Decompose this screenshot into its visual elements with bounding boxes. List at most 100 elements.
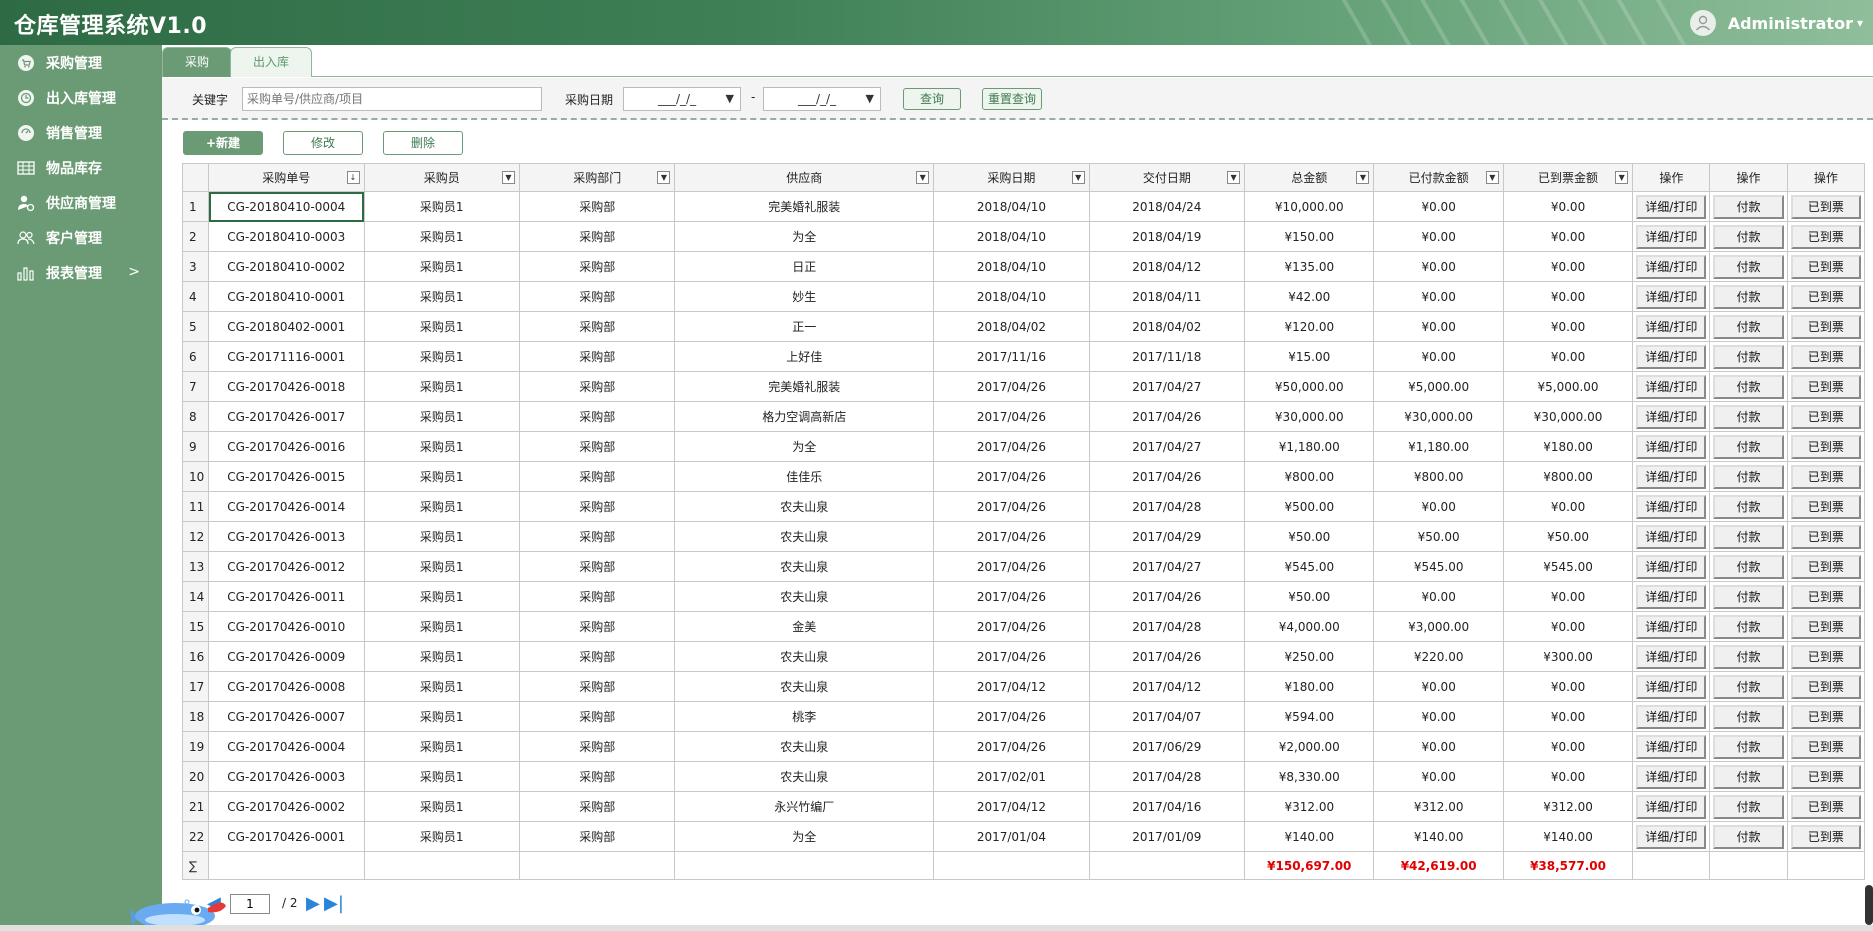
total-cell[interactable]: ¥8,330.00 xyxy=(1244,761,1375,792)
invoice-received-button[interactable]: 已到票 xyxy=(1790,284,1861,309)
buyer-cell[interactable]: 采购员1 xyxy=(363,671,520,702)
paid-cell[interactable]: ¥3,000.00 xyxy=(1373,611,1504,642)
total-cell[interactable]: ¥545.00 xyxy=(1244,551,1375,582)
purchase-date-cell[interactable]: 2018/04/10 xyxy=(933,221,1090,252)
order-no-cell[interactable]: CG-20170426-0014 xyxy=(208,491,365,522)
department-cell[interactable]: 采购部 xyxy=(518,611,676,642)
paid-cell[interactable]: ¥0.00 xyxy=(1373,281,1504,312)
delivery-date-cell[interactable]: 2017/06/29 xyxy=(1088,731,1246,762)
detail-print-button[interactable]: 详细/打印 xyxy=(1636,794,1707,819)
table-row[interactable]: 9 CG-20170426-0016 采购员1 采购部 为全 2017/04/26 2017… xyxy=(181,431,1866,462)
pay-button[interactable]: 付款 xyxy=(1713,584,1784,609)
detail-print-button[interactable]: 详细/打印 xyxy=(1636,644,1707,669)
delivery-date-cell[interactable]: 2017/04/26 xyxy=(1088,581,1246,612)
sidebar-item-inout[interactable]: 出入库管理 xyxy=(0,80,162,115)
invoice-received-button[interactable]: 已到票 xyxy=(1790,734,1861,759)
supplier-cell[interactable]: 农夫山泉 xyxy=(674,641,935,672)
delivery-date-cell[interactable]: 2017/04/27 xyxy=(1088,431,1246,462)
pay-button[interactable]: 付款 xyxy=(1713,374,1784,399)
detail-print-button[interactable]: 详细/打印 xyxy=(1636,824,1707,849)
detail-print-button[interactable]: 详细/打印 xyxy=(1636,224,1707,249)
column-header-department[interactable]: 采购部门 ▼ xyxy=(518,163,676,192)
total-cell[interactable]: ¥50.00 xyxy=(1244,581,1375,612)
total-cell[interactable]: ¥180.00 xyxy=(1244,671,1375,702)
purchase-date-cell[interactable]: 2017/04/26 xyxy=(933,641,1090,672)
pay-button[interactable]: 付款 xyxy=(1713,704,1784,729)
purchase-date-cell[interactable]: 2017/04/26 xyxy=(933,401,1090,432)
purchase-date-cell[interactable]: 2017/04/26 xyxy=(933,731,1090,762)
buyer-cell[interactable]: 采购员1 xyxy=(363,731,520,762)
keyword-input[interactable] xyxy=(242,87,542,111)
order-no-cell[interactable]: CG-20180402-0001 xyxy=(208,311,365,342)
user-menu[interactable]: Administrator ▾ xyxy=(1689,10,1863,36)
supplier-cell[interactable]: 为全 xyxy=(674,431,935,462)
total-cell[interactable]: ¥150.00 xyxy=(1244,221,1375,252)
department-cell[interactable]: 采购部 xyxy=(518,431,676,462)
order-no-cell[interactable]: CG-20170426-0013 xyxy=(208,521,365,552)
order-no-cell[interactable]: CG-20170426-0004 xyxy=(208,731,365,762)
buyer-cell[interactable]: 采购员1 xyxy=(363,311,520,342)
order-no-cell[interactable]: CG-20170426-0015 xyxy=(208,461,365,492)
pay-button[interactable]: 付款 xyxy=(1713,614,1784,639)
table-row[interactable]: 6 CG-20171116-0001 采购员1 采购部 上好佳 2017/11/16 201… xyxy=(181,341,1866,372)
invoice-received-button[interactable]: 已到票 xyxy=(1790,404,1861,429)
buyer-cell[interactable]: 采购员1 xyxy=(363,821,520,852)
order-no-cell[interactable]: CG-20170426-0003 xyxy=(208,761,365,792)
pay-button[interactable]: 付款 xyxy=(1713,674,1784,699)
invoice-received-button[interactable]: 已到票 xyxy=(1790,524,1861,549)
paid-cell[interactable]: ¥1,180.00 xyxy=(1373,431,1504,462)
filter-dropdown-icon[interactable]: ▼ xyxy=(916,171,930,184)
column-header-purchase-date[interactable]: 采购日期 ▼ xyxy=(933,163,1090,192)
department-cell[interactable]: 采购部 xyxy=(518,251,676,282)
filter-dropdown-icon[interactable]: ▼ xyxy=(1356,171,1370,184)
pay-button[interactable]: 付款 xyxy=(1713,224,1784,249)
filter-dropdown-icon[interactable]: ▼ xyxy=(1227,171,1241,184)
invoiced-cell[interactable]: ¥0.00 xyxy=(1502,341,1634,372)
detail-print-button[interactable]: 详细/打印 xyxy=(1636,584,1707,609)
total-cell[interactable]: ¥50.00 xyxy=(1244,521,1375,552)
invoice-received-button[interactable]: 已到票 xyxy=(1790,464,1861,489)
supplier-cell[interactable]: 正一 xyxy=(674,311,935,342)
table-row[interactable]: 5 CG-20180402-0001 采购员1 采购部 正一 2018/04/02 2018… xyxy=(181,311,1866,342)
next-page-icon[interactable]: ▶ xyxy=(306,893,320,914)
filter-dropdown-icon[interactable]: ▼ xyxy=(1071,171,1085,184)
paid-cell[interactable]: ¥0.00 xyxy=(1373,731,1504,762)
total-cell[interactable]: ¥120.00 xyxy=(1244,311,1375,342)
department-cell[interactable]: 采购部 xyxy=(518,371,676,402)
table-row[interactable]: 17 CG-20170426-0008 采购员1 采购部 农夫山泉 2017/04/12 2… xyxy=(181,671,1866,702)
invoiced-cell[interactable]: ¥312.00 xyxy=(1502,791,1634,822)
delivery-date-cell[interactable]: 2018/04/19 xyxy=(1088,221,1246,252)
invoice-received-button[interactable]: 已到票 xyxy=(1790,764,1861,789)
column-header-total[interactable]: 总金额 ▼ xyxy=(1244,163,1375,192)
detail-print-button[interactable]: 详细/打印 xyxy=(1636,344,1707,369)
paid-cell[interactable]: ¥545.00 xyxy=(1373,551,1504,582)
buyer-cell[interactable]: 采购员1 xyxy=(363,401,520,432)
horizontal-scrollbar-track[interactable] xyxy=(0,925,1873,931)
detail-print-button[interactable]: 详细/打印 xyxy=(1636,494,1707,519)
purchase-date-cell[interactable]: 2017/02/01 xyxy=(933,761,1090,792)
supplier-cell[interactable]: 农夫山泉 xyxy=(674,761,935,792)
invoice-received-button[interactable]: 已到票 xyxy=(1790,824,1861,849)
table-row[interactable]: 22 CG-20170426-0001 采购员1 采购部 为全 2017/01/04 201… xyxy=(181,821,1866,852)
department-cell[interactable]: 采购部 xyxy=(518,671,676,702)
supplier-cell[interactable]: 农夫山泉 xyxy=(674,491,935,522)
table-row[interactable]: 13 CG-20170426-0012 采购员1 采购部 农夫山泉 2017/04/26 2… xyxy=(181,551,1866,582)
detail-print-button[interactable]: 详细/打印 xyxy=(1636,734,1707,759)
filter-dropdown-icon[interactable]: ▼ xyxy=(1485,171,1499,184)
invoiced-cell[interactable]: ¥0.00 xyxy=(1502,731,1634,762)
pay-button[interactable]: 付款 xyxy=(1713,404,1784,429)
paid-cell[interactable]: ¥0.00 xyxy=(1373,191,1504,222)
delete-button[interactable]: 删除 xyxy=(383,131,463,155)
department-cell[interactable]: 采购部 xyxy=(518,821,676,852)
sidebar-item-sales[interactable]: 销售管理 xyxy=(0,115,162,150)
delivery-date-cell[interactable]: 2017/04/26 xyxy=(1088,401,1246,432)
delivery-date-cell[interactable]: 2018/04/24 xyxy=(1088,191,1246,222)
filter-dropdown-icon[interactable]: ▼ xyxy=(657,171,671,184)
delivery-date-cell[interactable]: 2018/04/02 xyxy=(1088,311,1246,342)
supplier-cell[interactable]: 日正 xyxy=(674,251,935,282)
invoice-received-button[interactable]: 已到票 xyxy=(1790,614,1861,639)
order-no-cell[interactable]: CG-20170426-0002 xyxy=(208,791,365,822)
supplier-cell[interactable]: 完美婚礼服装 xyxy=(674,191,935,222)
buyer-cell[interactable]: 采购员1 xyxy=(363,251,520,282)
buyer-cell[interactable]: 采购员1 xyxy=(363,761,520,792)
